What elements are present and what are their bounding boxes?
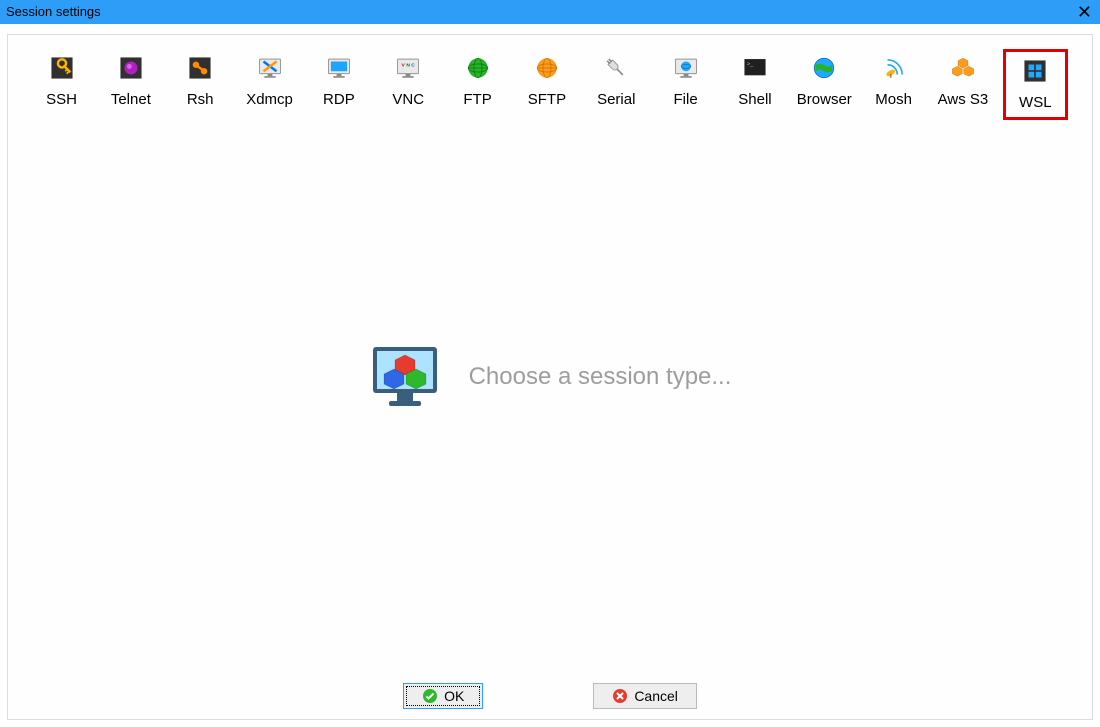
svg-text:>_: >_ bbox=[747, 62, 754, 68]
session-label: WSL bbox=[1019, 94, 1052, 111]
session-label: Serial bbox=[597, 91, 635, 108]
session-type-telnet[interactable]: Telnet bbox=[101, 49, 160, 120]
dialog-body: SSH Telnet Rsh bbox=[7, 34, 1093, 720]
wsl-windows-icon bbox=[1022, 58, 1048, 84]
session-label: Mosh bbox=[875, 91, 912, 108]
session-type-serial[interactable]: Serial bbox=[587, 49, 646, 120]
svg-text:N: N bbox=[407, 62, 411, 68]
sftp-globe-icon bbox=[534, 55, 560, 81]
cancel-x-icon bbox=[612, 688, 628, 704]
session-label: File bbox=[674, 91, 698, 108]
session-type-wsl[interactable]: WSL bbox=[1003, 49, 1068, 120]
session-label: SSH bbox=[46, 91, 77, 108]
key-icon bbox=[49, 55, 75, 81]
aws-s3-cubes-icon bbox=[950, 55, 976, 81]
session-type-ftp[interactable]: FTP bbox=[448, 49, 507, 120]
session-label: Browser bbox=[797, 91, 852, 108]
rdp-icon bbox=[326, 55, 352, 81]
session-type-toolbar: SSH Telnet Rsh bbox=[8, 35, 1092, 126]
mosh-satellite-icon bbox=[881, 55, 907, 81]
session-type-sftp[interactable]: SFTP bbox=[517, 49, 576, 120]
cancel-label: Cancel bbox=[634, 688, 678, 704]
session-type-rdp[interactable]: RDP bbox=[309, 49, 368, 120]
session-type-ssh[interactable]: SSH bbox=[32, 49, 91, 120]
session-label: Shell bbox=[738, 91, 771, 108]
session-type-vnc[interactable]: V N C VNC bbox=[379, 49, 438, 120]
close-icon[interactable]: ✕ bbox=[1069, 0, 1100, 24]
titlebar: Session settings ✕ bbox=[0, 0, 1100, 24]
session-label: FTP bbox=[463, 91, 491, 108]
telnet-icon bbox=[118, 55, 144, 81]
dialog-buttons: OK Cancel bbox=[8, 683, 1092, 709]
svg-text:C: C bbox=[411, 62, 415, 68]
session-label: SFTP bbox=[528, 91, 566, 108]
ok-check-icon bbox=[422, 688, 438, 704]
session-type-xdmcp[interactable]: Xdmcp bbox=[240, 49, 299, 120]
ftp-globe-icon bbox=[465, 55, 491, 81]
session-type-file[interactable]: File bbox=[656, 49, 715, 120]
session-label: RDP bbox=[323, 91, 355, 108]
serial-plug-icon bbox=[603, 55, 629, 81]
vnc-icon: V N C bbox=[395, 55, 421, 81]
session-label: Xdmcp bbox=[246, 91, 293, 108]
session-type-aws-s3[interactable]: Aws S3 bbox=[933, 49, 992, 120]
session-label: Rsh bbox=[187, 91, 214, 108]
file-monitor-icon bbox=[673, 55, 699, 81]
ok-button[interactable]: OK bbox=[403, 683, 483, 709]
shell-icon: >_ bbox=[742, 55, 768, 81]
session-type-rsh[interactable]: Rsh bbox=[171, 49, 230, 120]
window-title: Session settings bbox=[0, 0, 101, 24]
ok-label: OK bbox=[444, 688, 464, 704]
session-label: VNC bbox=[392, 91, 424, 108]
session-type-mosh[interactable]: Mosh bbox=[864, 49, 923, 120]
rsh-icon bbox=[187, 55, 213, 81]
choose-session-message: Choose a session type... bbox=[8, 341, 1092, 413]
session-label: Telnet bbox=[111, 91, 151, 108]
session-type-browser[interactable]: Browser bbox=[795, 49, 854, 120]
browser-globe-icon bbox=[811, 55, 837, 81]
monitor-cubes-icon bbox=[369, 341, 441, 413]
choose-session-text: Choose a session type... bbox=[469, 363, 732, 391]
cancel-button[interactable]: Cancel bbox=[593, 683, 697, 709]
session-type-shell[interactable]: >_ Shell bbox=[725, 49, 784, 120]
xdmcp-icon bbox=[257, 55, 283, 81]
session-label: Aws S3 bbox=[938, 91, 989, 108]
